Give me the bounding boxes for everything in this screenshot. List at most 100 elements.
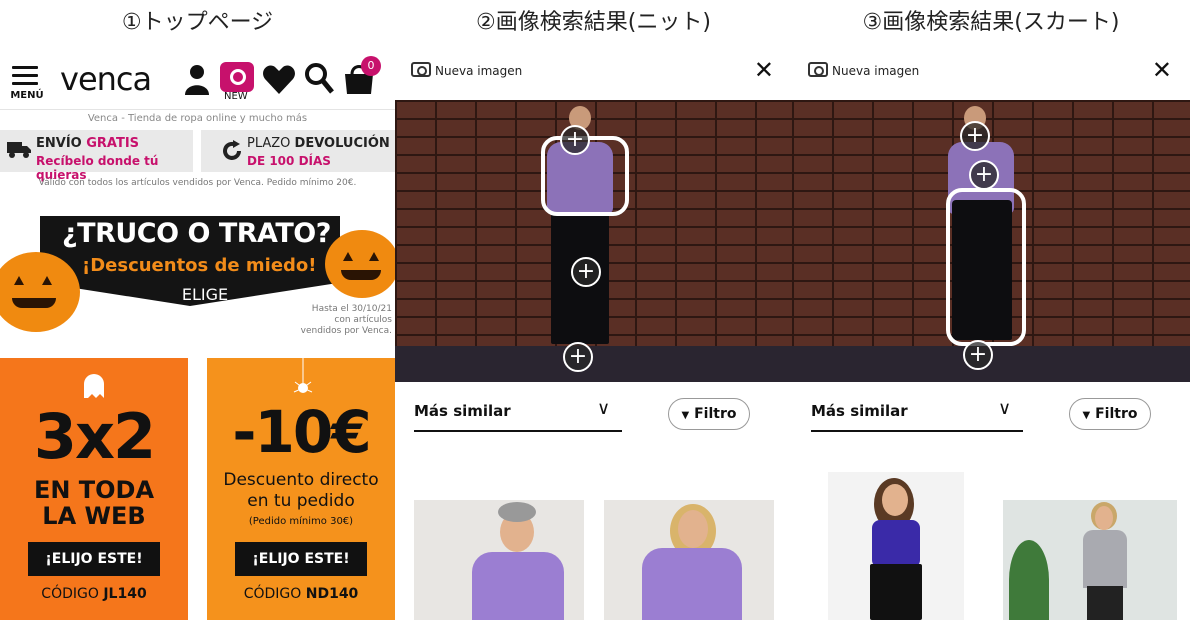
return-label: PLAZO — [247, 136, 295, 151]
return-sub: DE 100 DÍAS — [247, 154, 331, 168]
filter-button[interactable]: ▼ Filtro — [668, 398, 750, 430]
halloween-banner[interactable]: ¿TRUCO O TRATO? ¡Descuentos de miedo! EL… — [0, 208, 395, 348]
return-period-banner[interactable]: PLAZO DEVOLUCIÓN DE 100 DÍAS — [201, 130, 395, 172]
user-icon[interactable] — [184, 62, 210, 96]
close-icon[interactable]: ✕ — [1152, 56, 1172, 84]
new-label: NEW — [224, 91, 248, 102]
product-top — [1083, 530, 1127, 588]
spider-icon — [293, 358, 313, 393]
hamburger-icon — [12, 66, 38, 86]
pavement — [395, 346, 792, 382]
image-search-bar: Nueva imagen ✕ — [395, 48, 792, 100]
plus-hotspot-knit[interactable]: + — [969, 160, 999, 190]
choose-line2: EL TUYO — [171, 303, 239, 322]
date-line1: Hasta el 30/10/21 — [311, 304, 392, 314]
camera-icon[interactable] — [808, 62, 828, 77]
sort-underline — [414, 430, 622, 432]
coupon-3x2-line2: LA WEB — [42, 502, 146, 530]
code-label: CÓDIGO — [41, 586, 104, 602]
plus-hotspot-top[interactable]: + — [960, 121, 990, 151]
date-line2: con artículos — [334, 315, 392, 325]
coupon-3x2-line1: EN TODA — [33, 476, 155, 504]
shipping-free-label: GRATIS — [86, 136, 140, 151]
tagline: Venca - Tienda de ropa online y mucho má… — [87, 113, 308, 124]
top-page-panel: MENÚ venca NEW 0 Venca - Tienda de ropa … — [0, 48, 395, 620]
promo-note: Válido con todos los artículos vendidos … — [38, 178, 357, 188]
product-result-1[interactable] — [828, 472, 964, 620]
code-value: JL140 — [103, 586, 147, 602]
product-result-2[interactable] — [604, 500, 774, 620]
return-strong-label: DEVOLUCIÓN — [294, 136, 390, 151]
query-photo: + + + — [395, 100, 792, 382]
chevron-down-icon[interactable]: ∨ — [998, 398, 1011, 419]
free-shipping-banner[interactable]: ENVÍO GRATIS Recíbelo donde tú quieras — [0, 130, 193, 182]
sort-select-label[interactable]: Más similar — [811, 402, 908, 420]
pumpkin-right-icon — [325, 230, 395, 298]
code-label: CÓDIGO — [243, 586, 306, 602]
camera-search-icon[interactable] — [220, 62, 254, 92]
truck-icon — [7, 142, 31, 158]
coupon-3x2-card[interactable]: 3x2 EN TODA LA WEB ¡ELIJO ESTE! CÓDIGO J… — [0, 358, 188, 620]
choose-yours-label: ELIGE EL TUYO — [150, 286, 260, 322]
menu-label: MENÚ — [10, 90, 44, 101]
coupon-10-value: -10€ — [232, 398, 371, 466]
caption-knit-results: ②画像検索結果(ニット) — [476, 10, 711, 35]
pumpkin-left-icon — [0, 252, 80, 332]
sort-filter-row: Más similar ∨ ▼ Filtro — [792, 382, 1190, 438]
product-hat — [498, 502, 536, 522]
filter-icon: ▼ — [1082, 410, 1091, 421]
knit-search-panel: Nueva imagen ✕ + + + Más similar ∨ ▼ Fil… — [395, 48, 792, 620]
refresh-icon — [223, 140, 241, 160]
choose-3x2-button[interactable]: ¡ELIJO ESTE! — [28, 542, 160, 576]
coupon-3x2-code: CÓDIGO JL140 — [0, 586, 188, 602]
coupon-10-card[interactable]: -10€ Descuento directo en tu pedido (Ped… — [207, 358, 395, 620]
new-image-link[interactable]: Nueva imagen — [832, 64, 919, 78]
product-result-2[interactable] — [1003, 500, 1177, 620]
promo-dates: Hasta el 30/10/21 con artículos vendidos p… — [300, 304, 392, 337]
product-face — [678, 510, 708, 548]
choose-10-button[interactable]: ¡ELIJO ESTE! — [235, 542, 367, 576]
plus-hotspot-shoes[interactable]: + — [963, 340, 993, 370]
sort-underline — [811, 430, 1023, 432]
product-skirt — [1087, 586, 1123, 620]
plus-hotspot-skirt[interactable]: + — [571, 257, 601, 287]
plant-decoration — [1009, 540, 1049, 620]
halloween-title: ¿TRUCO O TRATO? — [62, 218, 331, 249]
sort-select-label[interactable]: Más similar — [414, 402, 511, 420]
menu-button[interactable]: MENÚ — [10, 62, 44, 102]
image-search-bar: Nueva imagen ✕ — [792, 48, 1190, 100]
selection-frame-skirt[interactable] — [946, 188, 1026, 346]
filter-button[interactable]: ▼ Filtro — [1069, 398, 1151, 430]
query-photo: + + + — [792, 100, 1190, 382]
coupon-3x2-value: 3x2 — [33, 400, 156, 473]
coupon-10-code: CÓDIGO ND140 — [207, 586, 395, 602]
heart-icon[interactable] — [262, 62, 296, 96]
ghost-icon — [84, 374, 104, 398]
halloween-subtitle: ¡Descuentos de miedo! — [82, 255, 317, 276]
filter-icon: ▼ — [681, 410, 690, 421]
chevron-down-icon[interactable]: ∨ — [597, 398, 610, 419]
sort-filter-row: Más similar ∨ ▼ Filtro — [395, 382, 792, 438]
shipping-label: ENVÍO — [36, 136, 87, 151]
choose-line1: ELIGE — [181, 285, 229, 304]
coupon-10-line1: Descuento directo — [223, 470, 379, 490]
product-knit — [472, 552, 564, 620]
search-icon[interactable] — [304, 62, 334, 96]
product-face — [882, 484, 908, 516]
filter-label: Filtro — [694, 406, 737, 422]
code-value: ND140 — [305, 586, 359, 602]
product-result-1[interactable] — [414, 500, 584, 620]
new-image-link[interactable]: Nueva imagen — [435, 64, 522, 78]
close-icon[interactable]: ✕ — [754, 56, 774, 84]
date-line3: vendidos por Venca. — [300, 326, 392, 336]
plus-hotspot-shoes[interactable]: + — [563, 342, 593, 372]
product-face — [1095, 506, 1113, 530]
coupon-10-line2: en tu pedido — [247, 491, 355, 511]
cart-count-badge: 0 — [361, 56, 381, 76]
camera-icon[interactable] — [411, 62, 431, 77]
venca-logo[interactable]: venca — [60, 60, 152, 98]
product-skirt — [870, 564, 922, 620]
product-knit — [642, 548, 742, 620]
plus-hotspot-top[interactable]: + — [560, 125, 590, 155]
caption-skirt-results: ③画像検索結果(スカート) — [862, 10, 1120, 35]
